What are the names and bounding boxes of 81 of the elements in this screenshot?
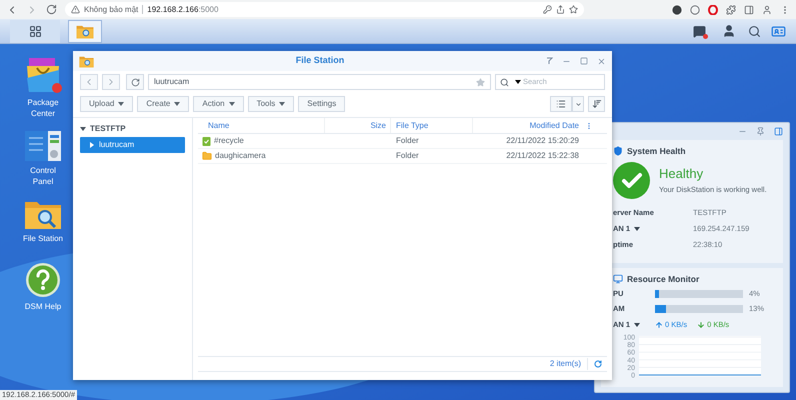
monitor-icon — [613, 274, 623, 284]
sort-icon — [592, 99, 602, 109]
folder-magnifier-icon — [79, 54, 94, 68]
notifications-icon[interactable] — [693, 24, 706, 38]
file-name: #recycle — [214, 135, 244, 147]
grid-icon — [28, 24, 42, 38]
health-status: Healthy — [659, 166, 704, 182]
desktop-icon-label[interactable]: DSM Help — [19, 301, 67, 312]
tree-item[interactable]: TESTFTP — [80, 122, 185, 135]
desktop-icon-label[interactable]: File Station — [19, 233, 67, 244]
file-name: daughicamera — [215, 150, 266, 162]
view-mode-button[interactable] — [550, 96, 572, 112]
desktop-icon-label[interactable]: Control Panel — [19, 165, 67, 187]
refresh-button[interactable] — [126, 74, 144, 90]
toolbar-button[interactable]: Create — [137, 96, 190, 112]
file-row[interactable]: #recycle Folder 22/11/2022 15:20:29 — [198, 134, 607, 149]
item-count: 2 item(s) — [550, 358, 588, 370]
control-panel-icon — [24, 130, 62, 162]
favorite-star-icon[interactable] — [476, 78, 485, 86]
sort-button[interactable] — [588, 96, 605, 112]
main-menu-button[interactable] — [10, 20, 60, 42]
caret-icon — [634, 227, 640, 231]
column-header[interactable]: Modified Date — [473, 118, 583, 133]
folder-icon — [202, 151, 212, 161]
search-icon[interactable] — [748, 24, 761, 38]
security-label: Không bảo mật — [84, 4, 138, 16]
file-station-taskbar-button[interactable] — [68, 20, 102, 42]
modified-date: 22/11/2022 15:20:29 — [505, 135, 580, 147]
widget-settings-icon[interactable] — [774, 127, 783, 136]
side-panel-icon[interactable] — [744, 4, 754, 14]
widget-title: Resource Monitor — [627, 272, 700, 286]
puzzle-icon[interactable] — [726, 4, 736, 14]
reload-icon[interactable] — [46, 4, 57, 15]
toolbar-button[interactable]: Action — [193, 96, 244, 112]
path-text: luutrucam — [154, 76, 190, 88]
file-type: Folder — [395, 150, 420, 162]
folder-magnifier-icon — [76, 24, 94, 38]
expand-arrow-icon — [90, 142, 95, 148]
bookmark-star-icon[interactable] — [569, 5, 578, 14]
refresh-icon[interactable] — [594, 360, 602, 368]
caret-icon — [118, 102, 124, 106]
warning-icon — [71, 5, 80, 14]
url-text: 192.168.2.166:5000 — [147, 4, 218, 16]
recycle-bin-icon — [202, 136, 211, 146]
key-icon[interactable] — [543, 5, 552, 14]
column-header[interactable]: File Type — [391, 118, 473, 133]
list-icon — [556, 99, 566, 109]
maximize-icon[interactable] — [580, 57, 588, 65]
file-type: Folder — [395, 135, 420, 147]
caret-icon — [634, 322, 640, 326]
desktop-icon-label[interactable]: Package Center — [19, 97, 67, 119]
tree-item[interactable]: luutrucam — [80, 137, 185, 153]
opera-icon[interactable] — [708, 4, 718, 14]
download-icon — [697, 320, 706, 328]
caret-icon — [515, 80, 521, 84]
upload-icon — [655, 320, 663, 328]
modified-date: 22/11/2022 15:22:38 — [505, 150, 580, 162]
toolbar-button[interactable]: Tools — [248, 96, 294, 112]
close-icon[interactable] — [597, 56, 606, 66]
address-bar[interactable]: Không bảo mật 192.168.2.166:5000 — [65, 2, 584, 17]
toolbar-button[interactable]: Settings — [298, 96, 346, 112]
caret-icon — [574, 100, 582, 108]
path-field[interactable]: luutrucam — [148, 74, 491, 90]
pin-icon[interactable] — [756, 127, 765, 136]
caret-icon — [279, 102, 286, 106]
widgets-icon[interactable] — [771, 24, 786, 38]
user-icon[interactable] — [722, 24, 736, 38]
toolbar-button[interactable]: Upload — [80, 96, 134, 112]
column-header[interactable]: Name — [198, 118, 325, 133]
search-icon — [500, 78, 509, 86]
shield-icon — [613, 146, 623, 156]
file-row[interactable]: daughicamera Folder 22/11/2022 15:22:38 — [198, 149, 607, 164]
profile-icon[interactable] — [762, 4, 772, 14]
share-icon[interactable] — [556, 5, 565, 14]
expand-arrow-icon — [80, 126, 86, 132]
caret-icon — [228, 102, 235, 106]
caret-icon — [174, 102, 180, 106]
window-title: File Station — [294, 54, 346, 68]
column-header[interactable]: Size — [325, 118, 391, 133]
widget-title: System Health — [627, 144, 686, 158]
refresh-icon — [130, 78, 140, 86]
